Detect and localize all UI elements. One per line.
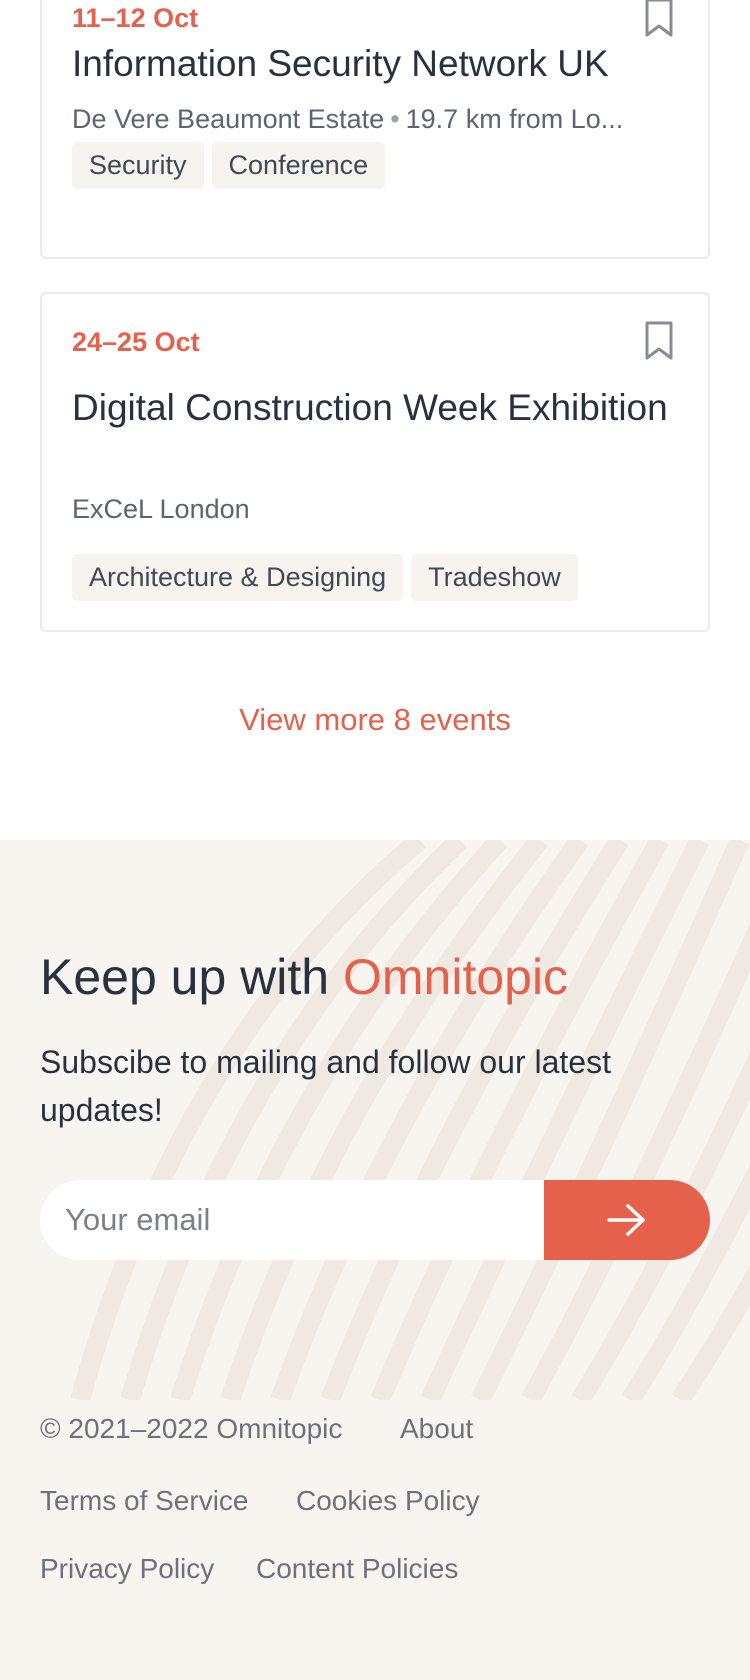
footer-link-privacy[interactable]: Privacy Policy — [40, 1552, 214, 1586]
footer-link-cookies[interactable]: Cookies Policy — [296, 1484, 480, 1518]
event-tags: Security Conference — [72, 142, 386, 189]
newsletter-title: Keep up with Omnitopic — [40, 945, 568, 1009]
event-date: 11–12 Oct — [72, 3, 199, 33]
footer-link-content-policies[interactable]: Content Policies — [256, 1552, 458, 1586]
newsletter-form — [40, 1180, 710, 1260]
bookmark-icon[interactable] — [644, 321, 674, 361]
email-input[interactable] — [40, 1180, 545, 1260]
bookmark-icon[interactable] — [644, 0, 674, 38]
event-distance: 19.7 km from Lo... — [405, 104, 624, 134]
event-location: De Vere Beaumont Estate • 19.7 km from Lo.… — [72, 102, 678, 136]
footer-link-about[interactable]: About — [400, 1412, 473, 1446]
event-tag[interactable]: Security — [72, 142, 204, 189]
separator-dot: • — [390, 104, 400, 134]
brand-name: Omnitopic — [342, 949, 569, 1005]
event-venue: De Vere Beaumont Estate — [72, 104, 385, 134]
copyright-text: © 2021–2022 Omnitopic — [40, 1413, 343, 1444]
event-title[interactable]: Digital Construction Week Exhibition — [72, 384, 678, 432]
footer-link-terms[interactable]: Terms of Service — [40, 1484, 249, 1518]
newsletter-section: Keep up with Omnitopic Subscibe to maili… — [0, 840, 750, 1680]
newsletter-title-text: Keep up with — [40, 949, 343, 1005]
events-section: 11–12 Oct Information Security Network U… — [0, 0, 750, 840]
event-tag[interactable]: Conference — [211, 142, 386, 189]
arrow-right-icon — [607, 1204, 645, 1236]
event-tags: Architecture & Designing Tradeshow — [72, 554, 578, 601]
event-tag[interactable]: Architecture & Designing — [72, 554, 404, 601]
event-venue: ExCeL London — [72, 494, 250, 524]
newsletter-subtitle: Subscibe to mailing and follow our lates… — [40, 1044, 611, 1128]
event-date: 24–25 Oct — [72, 327, 200, 357]
view-more-events-link[interactable]: View more 8 events — [0, 700, 750, 740]
event-tag[interactable]: Tradeshow — [411, 554, 578, 601]
event-card[interactable]: 11–12 Oct Information Security Network U… — [40, 0, 710, 259]
event-card[interactable]: 24–25 Oct Digital Construction Week Exhi… — [40, 292, 710, 632]
subscribe-button[interactable] — [544, 1180, 710, 1260]
event-title[interactable]: Information Security Network UK — [72, 40, 678, 88]
